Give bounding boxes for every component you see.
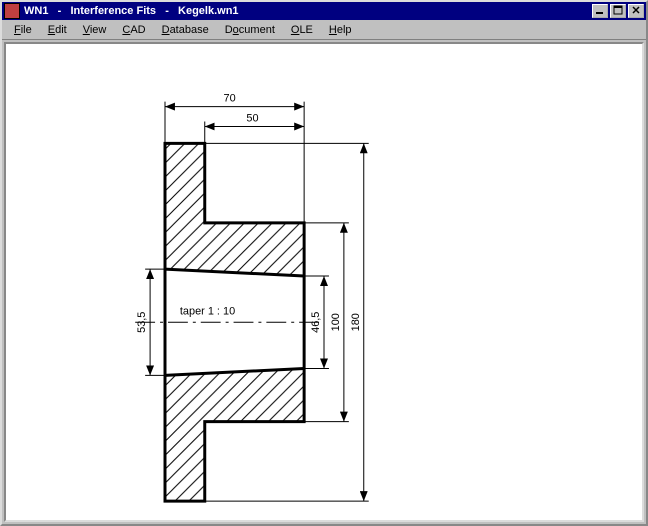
taper-label: taper 1 : 10 (180, 305, 235, 317)
menu-view[interactable]: View (75, 22, 115, 38)
dim-height-step: 100 (330, 313, 342, 331)
menu-help[interactable]: Help (321, 22, 360, 38)
close-button[interactable] (628, 4, 644, 18)
drawing-canvas: 70 50 180 100 46,5 53,5 (4, 42, 644, 522)
maximize-button[interactable] (610, 4, 626, 18)
window-controls (590, 4, 644, 18)
menu-cad[interactable]: CAD (114, 22, 153, 38)
menu-document[interactable]: Document (217, 22, 283, 38)
menubar: File Edit View CAD Database Document OLE… (2, 20, 646, 40)
dim-dia-right: 46,5 (310, 312, 322, 333)
menu-ole[interactable]: OLE (283, 22, 321, 38)
menu-database[interactable]: Database (154, 22, 217, 38)
app-icon (4, 3, 20, 19)
menu-file[interactable]: File (6, 22, 40, 38)
titlebar: WN1 - Interference Fits - Kegelk.wn1 (2, 2, 646, 20)
menu-edit[interactable]: Edit (40, 22, 75, 38)
technical-drawing: 70 50 180 100 46,5 53,5 (6, 44, 642, 520)
dim-dia-left: 53,5 (136, 312, 148, 333)
dim-height-overall: 180 (350, 313, 362, 331)
application-window: WN1 - Interference Fits - Kegelk.wn1 Fil… (0, 0, 648, 526)
dim-width-inner: 50 (246, 113, 258, 125)
window-title: WN1 - Interference Fits - Kegelk.wn1 (24, 5, 590, 17)
dim-width-outer: 70 (224, 93, 236, 105)
minimize-button[interactable] (592, 4, 608, 18)
